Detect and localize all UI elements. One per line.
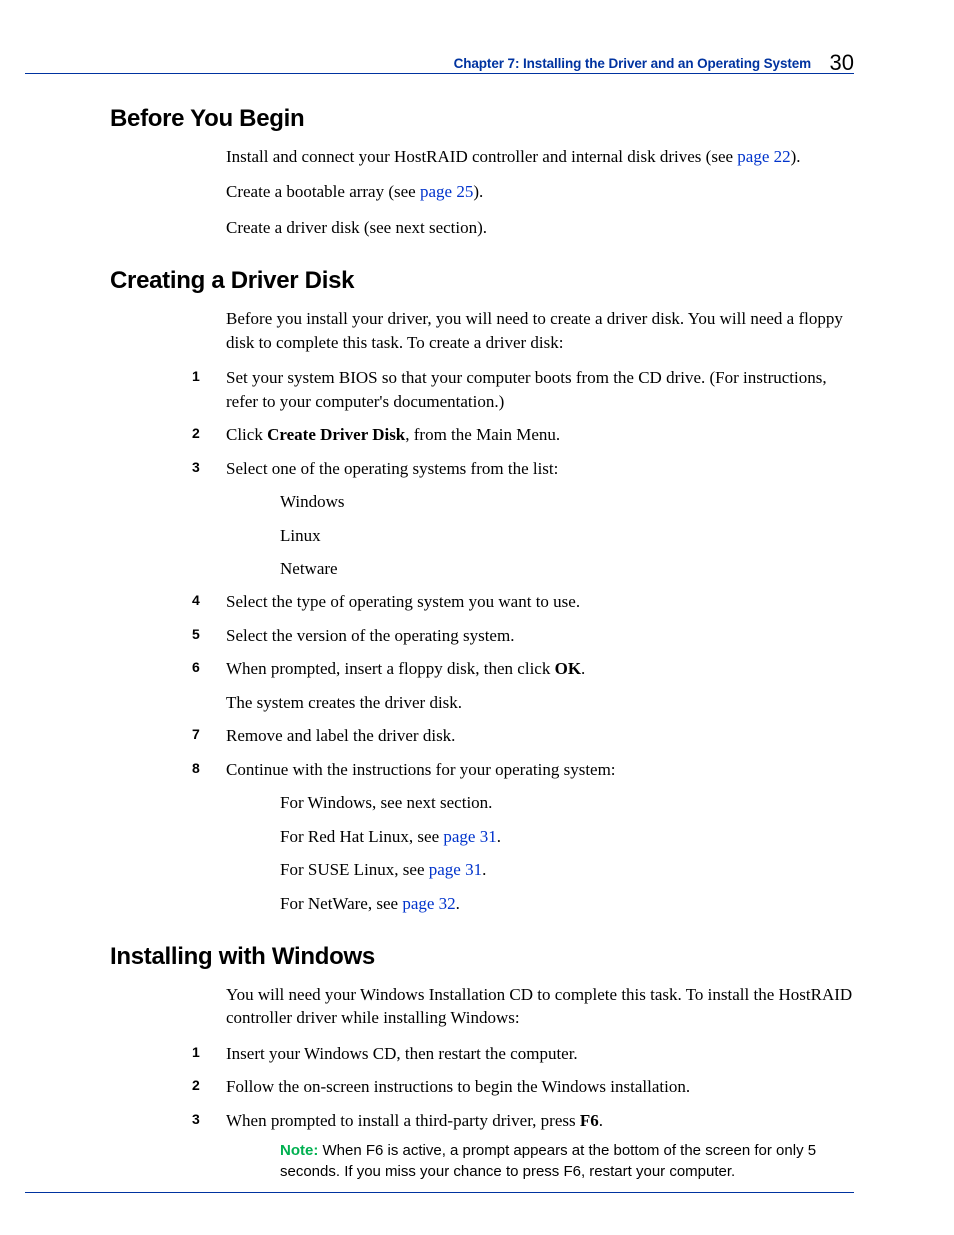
step-1: Insert your Windows CD, then restart the… — [192, 1042, 854, 1065]
note-block: Note: When F6 is active, a prompt appear… — [280, 1140, 854, 1182]
text: Create a bootable array (see — [226, 182, 420, 201]
for-suse: For SUSE Linux, see page 31. — [280, 858, 854, 881]
text: For SUSE Linux, see — [280, 860, 429, 879]
text: ). — [473, 182, 483, 201]
text: For Red Hat Linux, see — [280, 827, 443, 846]
step-3: Select one of the operating systems from… — [192, 457, 854, 581]
os-instructions-list: For Windows, see next section. For Red H… — [280, 791, 854, 915]
creating-steps-list: Set your system BIOS so that your comput… — [192, 366, 854, 915]
heading-creating-driver-disk: Creating a Driver Disk — [110, 267, 854, 295]
for-redhat: For Red Hat Linux, see page 31. — [280, 825, 854, 848]
text: When prompted, insert a floppy disk, the… — [226, 659, 555, 678]
page-content: Before You Begin Install and connect you… — [110, 105, 854, 1192]
step-text: Select one of the operating systems from… — [226, 459, 558, 478]
os-windows: Windows — [280, 490, 854, 513]
step-7: Remove and label the driver disk. — [192, 724, 854, 747]
text: For NetWare, see — [280, 894, 402, 913]
creating-intro: Before you install your driver, you will… — [226, 307, 854, 354]
text: , from the Main Menu. — [405, 425, 560, 444]
link-page-31-redhat[interactable]: page 31 — [443, 827, 496, 846]
link-page-32[interactable]: page 32 — [402, 894, 455, 913]
heading-installing-with-windows: Installing with Windows — [110, 943, 854, 971]
before-paragraph-1: Install and connect your HostRAID contro… — [226, 145, 854, 168]
document-page: Chapter 7: Installing the Driver and an … — [0, 0, 954, 1235]
bold-create-driver-disk: Create Driver Disk — [267, 425, 405, 444]
text: Install and connect your HostRAID contro… — [226, 147, 737, 166]
bold-ok: OK — [555, 659, 581, 678]
text: When prompted to install a third-party d… — [226, 1111, 580, 1130]
step-text: Insert your Windows CD, then restart the… — [226, 1044, 578, 1063]
header-rule — [25, 73, 854, 74]
text: . — [581, 659, 585, 678]
for-windows: For Windows, see next section. — [280, 791, 854, 814]
step-text: Remove and label the driver disk. — [226, 726, 455, 745]
link-page-22[interactable]: page 22 — [737, 147, 790, 166]
note-label: Note: — [280, 1142, 318, 1159]
step-4: Select the type of operating system you … — [192, 590, 854, 613]
installing-intro: You will need your Windows Installation … — [226, 983, 854, 1030]
text: . — [497, 827, 501, 846]
step-2: Click Create Driver Disk, from the Main … — [192, 423, 854, 446]
step-text: Follow the on-screen instructions to beg… — [226, 1077, 690, 1096]
link-page-31-suse[interactable]: page 31 — [429, 860, 482, 879]
text: . — [482, 860, 486, 879]
footer-rule — [25, 1192, 854, 1193]
link-page-25[interactable]: page 25 — [420, 182, 473, 201]
step-text: Continue with the instructions for your … — [226, 760, 616, 779]
chapter-title: Chapter 7: Installing the Driver and an … — [454, 56, 811, 71]
text: ). — [791, 147, 801, 166]
installing-steps-list: Insert your Windows CD, then restart the… — [192, 1042, 854, 1182]
heading-before-you-begin: Before You Begin — [110, 105, 854, 133]
step-6-followup: The system creates the driver disk. — [226, 691, 854, 714]
os-list: Windows Linux Netware — [280, 490, 854, 580]
step-text: Set your system BIOS so that your comput… — [226, 368, 827, 410]
step-8: Continue with the instructions for your … — [192, 758, 854, 915]
os-netware: Netware — [280, 557, 854, 580]
step-text: Select the type of operating system you … — [226, 592, 580, 611]
step-3: When prompted to install a third-party d… — [192, 1109, 854, 1182]
before-paragraph-2: Create a bootable array (see page 25). — [226, 180, 854, 203]
step-6: When prompted, insert a floppy disk, the… — [192, 657, 854, 714]
page-number: 30 — [830, 50, 854, 75]
step-1: Set your system BIOS so that your comput… — [192, 366, 854, 413]
os-linux: Linux — [280, 524, 854, 547]
step-text: Select the version of the operating syst… — [226, 626, 514, 645]
text: Click — [226, 425, 267, 444]
note-body: When F6 is active, a prompt appears at t… — [280, 1142, 816, 1180]
for-netware: For NetWare, see page 32. — [280, 892, 854, 915]
step-2: Follow the on-screen instructions to beg… — [192, 1075, 854, 1098]
bold-f6: F6 — [580, 1111, 599, 1130]
step-5: Select the version of the operating syst… — [192, 624, 854, 647]
before-paragraph-3: Create a driver disk (see next section). — [226, 216, 854, 239]
text: . — [456, 894, 460, 913]
text: . — [599, 1111, 603, 1130]
